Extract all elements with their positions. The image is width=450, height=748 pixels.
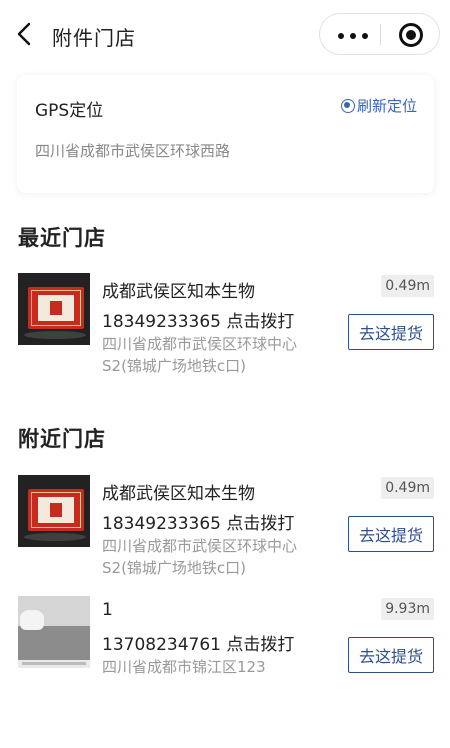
store-name: 1 (102, 600, 113, 620)
refresh-location-button[interactable]: 刷新定位 (340, 95, 417, 116)
pickup-here-button[interactable]: 去这提货 (348, 516, 434, 552)
store-address: 四川省成都市武侯区环球中心S2(锦城广场地铁c口) (102, 335, 298, 375)
distance-badge: 0.49m (381, 275, 434, 297)
current-address: 四川省成都市武侯区环球西路 (35, 142, 231, 160)
store-address: 四川省成都市武侯区环球中心S2(锦城广场地铁c口) (102, 537, 298, 577)
store-address: 四川省成都市锦江区123 (102, 658, 266, 676)
mini-program-capsule (319, 13, 440, 55)
close-target-icon[interactable] (399, 23, 423, 47)
store-name: 成都武侯区知本生物 (102, 484, 255, 504)
store-image (18, 475, 90, 547)
back-chevron-icon[interactable] (14, 20, 38, 48)
store-phone-call-link[interactable]: 18349233365 点击拨打 (102, 509, 294, 534)
recent-stores-heading: 最近门店 (18, 226, 106, 250)
store-phone-call-link[interactable]: 18349233365 点击拨打 (102, 307, 294, 332)
distance-badge: 9.93m (381, 598, 434, 620)
refresh-location-label: 刷新定位 (356, 97, 417, 115)
gps-title: GPS定位 (35, 101, 104, 121)
nearby-stores-heading: 附近门店 (18, 427, 106, 451)
navigation-bar: 附件门店 (0, 0, 450, 70)
capsule-divider (380, 24, 381, 45)
store-image (18, 273, 90, 345)
store-card[interactable]: 1 13708234761 点击拨打 四川省成都市锦江区123 9.93m 去这… (0, 596, 450, 706)
store-card[interactable]: 成都武侯区知本生物 18349233365 点击拨打 四川省成都市武侯区环球中心… (0, 475, 450, 585)
store-card[interactable]: 成都武侯区知本生物 18349233365 点击拨打 四川省成都市武侯区环球中心… (0, 273, 450, 383)
page-title: 附件门店 (52, 26, 136, 50)
store-phone-call-link[interactable]: 13708234761 点击拨打 (102, 630, 294, 655)
pickup-here-button[interactable]: 去这提货 (348, 637, 434, 673)
more-dots-icon[interactable] (338, 33, 368, 39)
radio-dot-icon (340, 98, 355, 113)
store-name: 成都武侯区知本生物 (102, 282, 255, 302)
distance-badge: 0.49m (381, 477, 434, 499)
gps-location-card: GPS定位 刷新定位 四川省成都市武侯区环球西路 (17, 75, 434, 193)
pickup-here-button[interactable]: 去这提货 (348, 314, 434, 350)
store-image (18, 596, 90, 668)
